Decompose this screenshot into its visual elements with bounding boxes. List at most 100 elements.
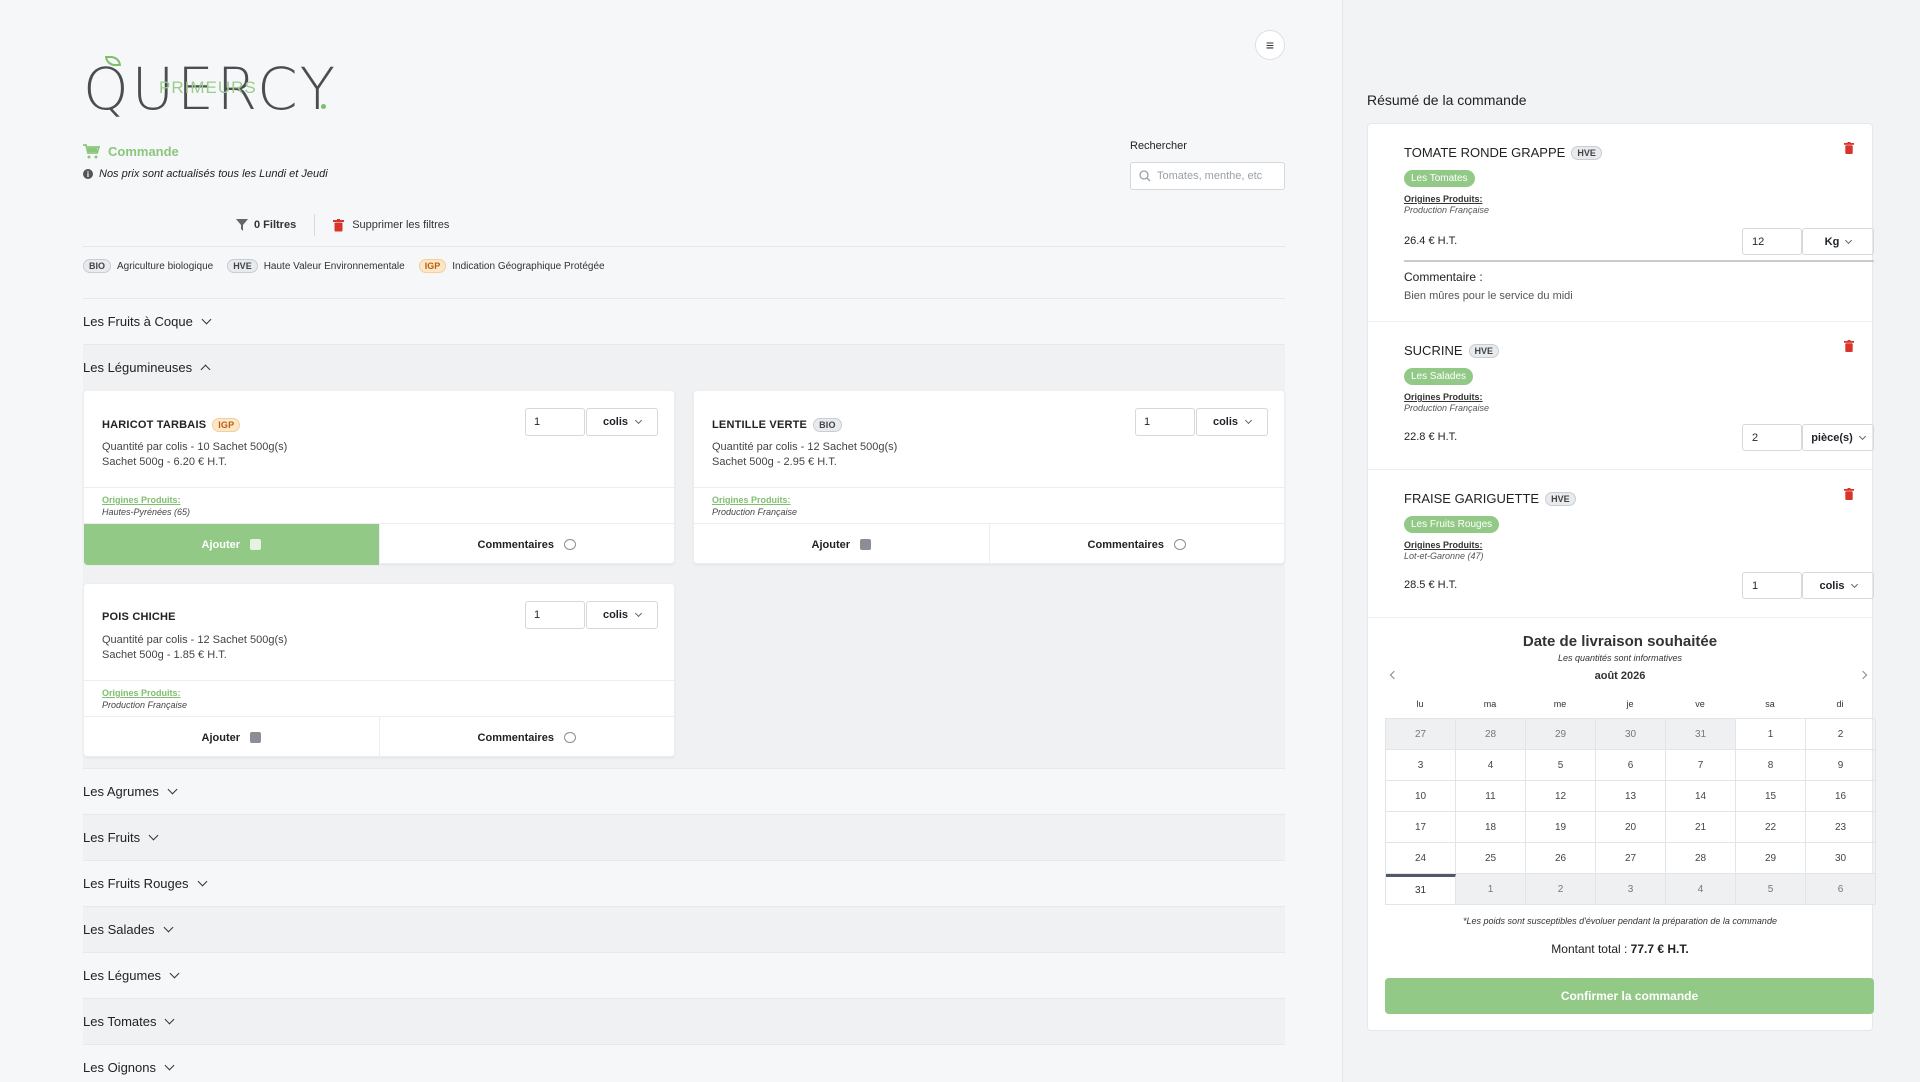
order-total: Montant total : 77.7 € H.T.: [1368, 942, 1872, 956]
item-quantity-input[interactable]: 1: [1742, 572, 1802, 599]
calendar-day[interactable]: 28: [1456, 719, 1526, 750]
category-salades[interactable]: Les Salades: [83, 906, 1285, 952]
divider: [694, 487, 1284, 488]
calendar-day[interactable]: 6: [1596, 750, 1666, 781]
calendar-day[interactable]: 30: [1806, 843, 1876, 874]
item-quantity-input[interactable]: 12: [1742, 228, 1802, 255]
calendar-day[interactable]: 8: [1736, 750, 1806, 781]
search-input[interactable]: [1157, 170, 1277, 182]
quantity-input[interactable]: 1: [525, 601, 585, 629]
calendar-day[interactable]: 1: [1736, 719, 1806, 750]
calendar-day[interactable]: 21: [1666, 812, 1736, 843]
calendar-day[interactable]: 19: [1526, 812, 1596, 843]
calendar-day[interactable]: 22: [1736, 812, 1806, 843]
calendar-day[interactable]: 4: [1456, 750, 1526, 781]
calendar-day[interactable]: 6: [1806, 874, 1876, 905]
origins-label[interactable]: Origines Produits:: [102, 688, 187, 698]
origins-label[interactable]: Origines Produits:: [102, 495, 190, 505]
category-legumes[interactable]: Les Légumes: [83, 952, 1285, 998]
calendar-day[interactable]: 13: [1596, 781, 1666, 812]
calendar-day[interactable]: 24: [1386, 843, 1456, 874]
category-tomates[interactable]: Les Tomates: [83, 998, 1285, 1044]
comment-icon: [563, 732, 576, 743]
calendar-day[interactable]: 7: [1666, 750, 1736, 781]
trash-icon[interactable]: [1844, 488, 1854, 500]
clear-filters-button[interactable]: Supprimer les filtres: [315, 218, 449, 232]
item-quantity-input[interactable]: 2: [1742, 424, 1802, 451]
calendar-day[interactable]: 5: [1736, 874, 1806, 905]
calendar-day[interactable]: 5: [1526, 750, 1596, 781]
calendar-day[interactable]: 23: [1806, 812, 1876, 843]
calendar-day[interactable]: 31: [1386, 874, 1456, 905]
calendar-day[interactable]: 15: [1736, 781, 1806, 812]
product-pack: Quantité par colis - 12 Sachet 500g(s): [102, 634, 288, 646]
filters-button[interactable]: 0 Filtres: [236, 219, 314, 231]
item-origins: Origines Produits: Lot-et-Garonne (47): [1404, 540, 1484, 561]
hve-badge: HVE: [1468, 343, 1500, 358]
product-description: Quantité par colis - 10 Sachet 500g(s) Sa…: [102, 440, 287, 470]
comments-button[interactable]: Commentaires: [378, 524, 675, 565]
category-fruits[interactable]: Les Fruits: [83, 814, 1285, 860]
product-title: HARICOT TARBAIS IGP: [102, 418, 241, 432]
chevron-down-icon: [634, 609, 643, 618]
calendar-day[interactable]: 30: [1596, 719, 1666, 750]
category-fruits-coque[interactable]: Les Fruits à Coque: [83, 298, 1285, 344]
calendar-day[interactable]: 20: [1596, 812, 1666, 843]
calendar-day[interactable]: 29: [1526, 719, 1596, 750]
category-agrumes[interactable]: Les Agrumes: [83, 768, 1285, 814]
menu-button[interactable]: ≡: [1255, 30, 1285, 60]
origins-value: Production Française: [712, 507, 798, 517]
trash-icon[interactable]: [1844, 340, 1854, 352]
category-fruits-rouges[interactable]: Les Fruits Rouges: [83, 860, 1285, 906]
calendar-day[interactable]: 25: [1456, 843, 1526, 874]
quantity-input[interactable]: 1: [1135, 408, 1195, 436]
calendar-day[interactable]: 17: [1386, 812, 1456, 843]
item-price: 26.4 € H.T.: [1404, 235, 1458, 247]
quantity-input[interactable]: 1: [525, 408, 585, 436]
weekday: lu: [1416, 699, 1424, 709]
origins-label: Origines Produits:: [1404, 392, 1483, 402]
origins-label[interactable]: Origines Produits:: [712, 495, 797, 505]
calendar-day[interactable]: 2: [1806, 719, 1876, 750]
calendar-day[interactable]: 4: [1666, 874, 1736, 905]
calendar-day[interactable]: 3: [1596, 874, 1666, 905]
calendar-day[interactable]: 16: [1806, 781, 1876, 812]
unit-select[interactable]: colis: [586, 601, 658, 629]
product-pack: Quantité par colis - 10 Sachet 500g(s): [102, 441, 288, 453]
calendar-day[interactable]: 11: [1456, 781, 1526, 812]
add-button[interactable]: Ajouter: [84, 717, 379, 758]
add-button[interactable]: Ajouter: [84, 524, 379, 565]
comments-button[interactable]: Commentaires: [988, 524, 1285, 565]
calendar-day[interactable]: 1: [1456, 874, 1526, 905]
category-legumineuses[interactable]: Les Légumineuses: [83, 344, 1285, 390]
calendar-day[interactable]: 2: [1526, 874, 1596, 905]
unit-select[interactable]: colis: [1196, 408, 1268, 436]
product-card: HARICOT TARBAIS IGP 1 colis Quantité par …: [83, 390, 675, 565]
trash-icon[interactable]: [1844, 142, 1854, 154]
item-unit-select[interactable]: pièce(s): [1802, 424, 1874, 451]
calendar-day[interactable]: 28: [1666, 843, 1736, 874]
calendar-day[interactable]: 14: [1666, 781, 1736, 812]
calendar-day[interactable]: 29: [1736, 843, 1806, 874]
calendar-day[interactable]: 27: [1386, 719, 1456, 750]
calendar-day[interactable]: 18: [1456, 812, 1526, 843]
item-category: Les Salades: [1404, 368, 1474, 385]
item-unit-select[interactable]: colis: [1802, 572, 1874, 599]
category-oignons[interactable]: Les Oignons: [83, 1044, 1285, 1082]
add-button[interactable]: Ajouter: [694, 524, 989, 565]
comments-button[interactable]: Commentaires: [378, 717, 675, 758]
calendar-day[interactable]: 27: [1596, 843, 1666, 874]
unit-select[interactable]: colis: [586, 408, 658, 436]
calendar-day[interactable]: 9: [1806, 750, 1876, 781]
confirm-order-button[interactable]: Confirmer la commande: [1385, 978, 1874, 1014]
card-actions: Ajouter Commentaires: [84, 523, 674, 565]
calendar-day[interactable]: 3: [1386, 750, 1456, 781]
unit-label: colis: [1212, 416, 1239, 428]
product-card: POIS CHICHE 1 colis Quantité par colis -…: [83, 583, 675, 758]
calendar-day[interactable]: 26: [1526, 843, 1596, 874]
calendar-day[interactable]: 31: [1666, 719, 1736, 750]
calendar-day[interactable]: 10: [1386, 781, 1456, 812]
commande-link[interactable]: Commande: [83, 144, 179, 159]
calendar-day[interactable]: 12: [1526, 781, 1596, 812]
item-unit-select[interactable]: Kg: [1802, 228, 1874, 255]
